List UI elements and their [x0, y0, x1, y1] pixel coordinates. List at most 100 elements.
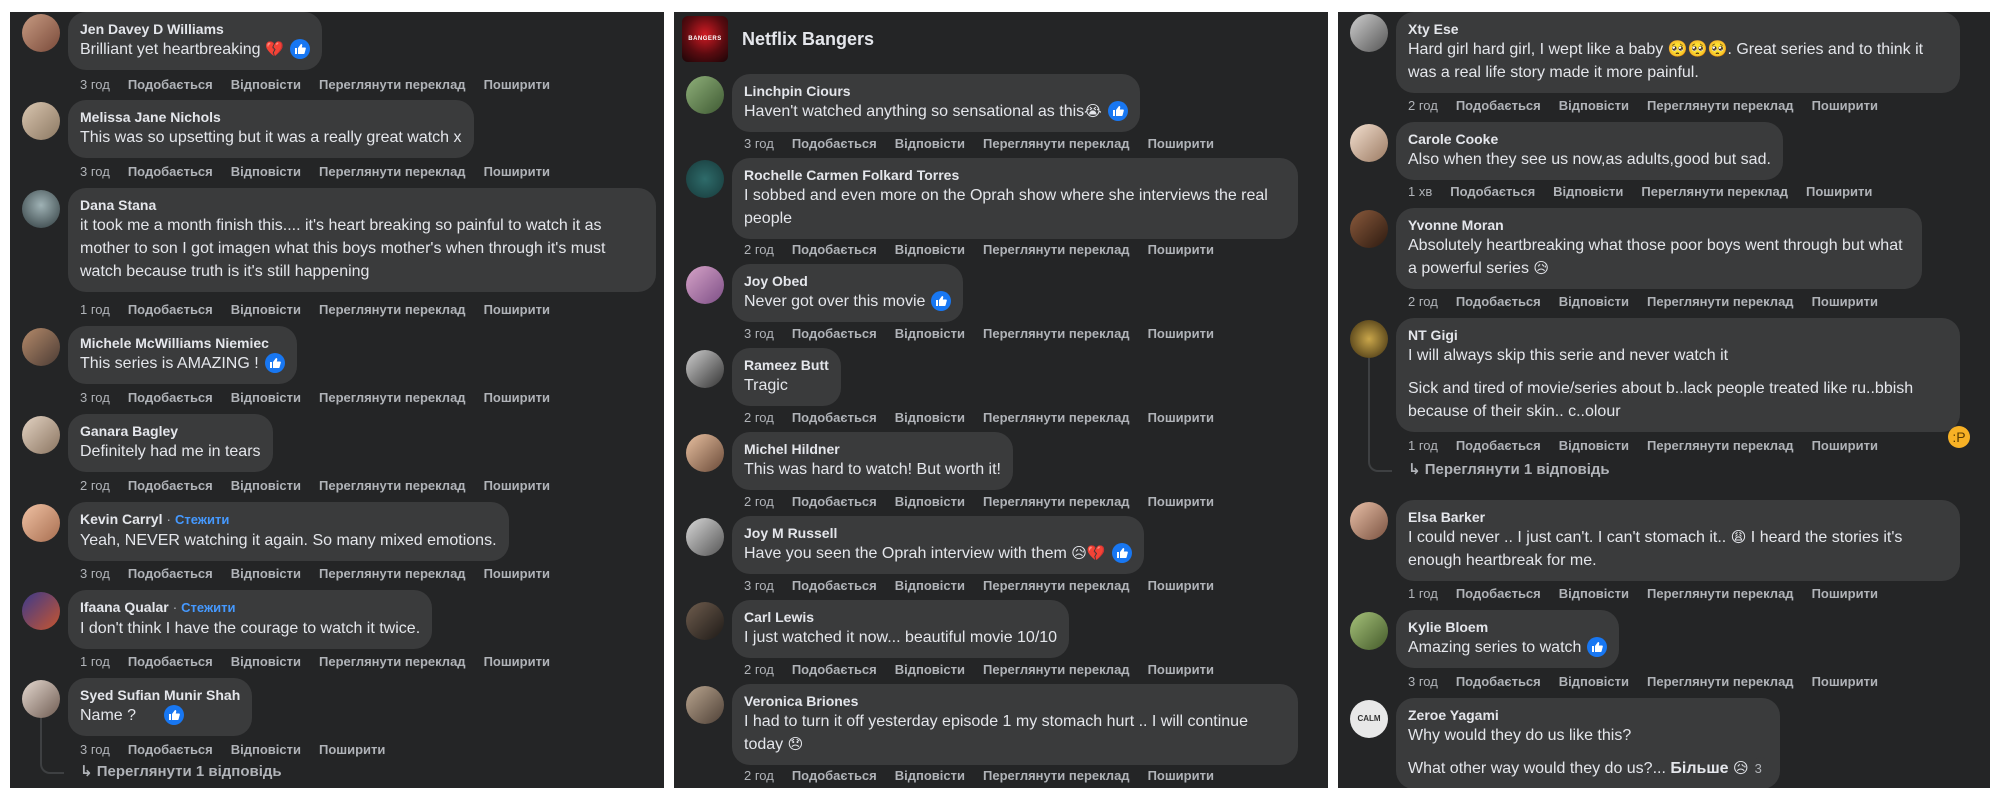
comment-author[interactable]: Jen Davey D Williams [80, 20, 310, 38]
avatar[interactable] [686, 686, 724, 724]
comment-author-name[interactable]: Ifaana Qualar [80, 599, 169, 615]
translate-button[interactable]: Переглянути переклад [319, 566, 466, 582]
reply-button[interactable]: Відповісти [895, 326, 965, 342]
translate-button[interactable]: Переглянути переклад [1647, 98, 1794, 114]
view-replies-link[interactable]: ↳ Переглянути 1 відповідь [1408, 460, 1610, 480]
translate-button[interactable]: Переглянути переклад [983, 768, 1130, 784]
translate-button[interactable]: Переглянути переклад [1641, 184, 1788, 200]
comment-time[interactable]: 2 год [744, 242, 774, 258]
comment-author[interactable]: NT Gigi [1408, 326, 1948, 344]
comment-time[interactable]: 3 год [80, 77, 110, 93]
avatar[interactable] [22, 592, 60, 630]
reply-button[interactable]: Відповісти [1559, 438, 1629, 454]
avatar[interactable] [22, 14, 60, 52]
comment-time[interactable]: 2 год [1408, 294, 1438, 310]
avatar[interactable] [686, 266, 724, 304]
like-button[interactable]: Подобається [128, 742, 213, 758]
avatar[interactable] [1350, 14, 1388, 52]
share-button[interactable]: Поширити [484, 478, 550, 494]
like-button[interactable]: Подобається [1456, 294, 1541, 310]
comment-time[interactable]: 3 год [80, 742, 110, 758]
comment-time[interactable]: 3 год [744, 578, 774, 594]
tongue-emoji-reaction-icon[interactable]: :P [1948, 426, 1970, 448]
share-button[interactable]: Поширити [484, 566, 550, 582]
comment-time[interactable]: 3 год [80, 566, 110, 582]
translate-button[interactable]: Переглянути переклад [983, 326, 1130, 342]
reply-button[interactable]: Відповісти [895, 410, 965, 426]
reply-button[interactable]: Відповісти [231, 390, 301, 406]
reply-button[interactable]: Відповісти [231, 742, 301, 758]
like-button[interactable]: Подобається [1456, 586, 1541, 602]
reply-button[interactable]: Відповісти [895, 242, 965, 258]
comment-time[interactable]: 1 год [1408, 586, 1438, 602]
comment-time[interactable]: 3 год [744, 326, 774, 342]
like-button[interactable]: Подобається [128, 566, 213, 582]
follow-button[interactable]: Стежити [181, 600, 235, 615]
like-button[interactable]: Подобається [1456, 674, 1541, 690]
reply-button[interactable]: Відповісти [895, 136, 965, 152]
share-button[interactable]: Поширити [1812, 98, 1878, 114]
page-name[interactable]: Netflix Bangers [742, 29, 874, 50]
follow-button[interactable]: Стежити [175, 512, 229, 527]
like-button[interactable]: Подобається [128, 654, 213, 670]
share-button[interactable]: Поширити [484, 302, 550, 318]
comment-author[interactable]: Carl Lewis [744, 608, 1057, 626]
reply-button[interactable]: Відповісти [231, 302, 301, 318]
like-reaction-icon[interactable] [1587, 636, 1608, 657]
avatar[interactable] [686, 602, 724, 640]
like-button[interactable]: Подобається [1456, 98, 1541, 114]
reply-button[interactable]: Відповісти [1553, 184, 1623, 200]
translate-button[interactable]: Переглянути переклад [983, 242, 1130, 258]
avatar[interactable] [1350, 502, 1388, 540]
avatar[interactable] [22, 416, 60, 454]
translate-button[interactable]: Переглянути переклад [1647, 674, 1794, 690]
comment-author[interactable]: Michele McWilliams Niemiec [80, 334, 285, 352]
avatar[interactable] [22, 680, 60, 718]
comment-time[interactable]: 2 год [744, 410, 774, 426]
comment-time[interactable]: 3 год [80, 390, 110, 406]
share-button[interactable]: Поширити [1148, 136, 1214, 152]
like-button[interactable]: Подобається [1456, 438, 1541, 454]
translate-button[interactable]: Переглянути переклад [319, 77, 466, 93]
see-more-link[interactable]: Більше [1670, 760, 1728, 777]
comment-author[interactable]: Dana Stana [80, 196, 644, 214]
reply-button[interactable]: Відповісти [895, 494, 965, 510]
like-reaction-icon[interactable] [264, 352, 285, 373]
comment-time[interactable]: 2 год [744, 768, 774, 784]
like-reaction-icon[interactable] [1111, 542, 1132, 563]
reply-button[interactable]: Відповісти [895, 662, 965, 678]
share-button[interactable]: Поширити [1148, 768, 1214, 784]
comment-author[interactable]: Yvonne Moran [1408, 216, 1910, 234]
comment-time[interactable]: 2 год [1408, 98, 1438, 114]
reply-button[interactable]: Відповісти [1559, 98, 1629, 114]
like-reaction-icon[interactable] [1107, 100, 1128, 121]
avatar[interactable] [22, 190, 60, 228]
comment-time[interactable]: 1 год [80, 654, 110, 670]
comment-author[interactable]: Elsa Barker [1408, 508, 1948, 526]
like-button[interactable]: Подобається [792, 578, 877, 594]
avatar[interactable]: CALM [1350, 700, 1388, 738]
share-button[interactable]: Поширити [1812, 674, 1878, 690]
share-button[interactable]: Поширити [484, 654, 550, 670]
like-reaction-icon[interactable] [164, 704, 185, 725]
share-button[interactable]: Поширити [1806, 184, 1872, 200]
avatar[interactable] [686, 434, 724, 472]
avatar[interactable] [686, 350, 724, 388]
avatar[interactable] [1350, 320, 1388, 358]
like-button[interactable]: Подобається [792, 662, 877, 678]
share-button[interactable]: Поширити [319, 742, 385, 758]
comment-author[interactable]: Melissa Jane Nichols [80, 108, 462, 126]
like-button[interactable]: Подобається [128, 478, 213, 494]
comment-author[interactable]: Joy Obed [744, 272, 951, 290]
like-button[interactable]: Подобається [128, 164, 213, 180]
translate-button[interactable]: Переглянути переклад [319, 654, 466, 670]
translate-button[interactable]: Переглянути переклад [319, 478, 466, 494]
avatar[interactable] [22, 102, 60, 140]
avatar[interactable] [22, 328, 60, 366]
like-reaction-icon[interactable] [289, 38, 310, 59]
like-button[interactable]: Подобається [792, 410, 877, 426]
share-button[interactable]: Поширити [1148, 326, 1214, 342]
avatar[interactable] [686, 160, 724, 198]
share-button[interactable]: Поширити [484, 77, 550, 93]
share-button[interactable]: Поширити [1812, 586, 1878, 602]
